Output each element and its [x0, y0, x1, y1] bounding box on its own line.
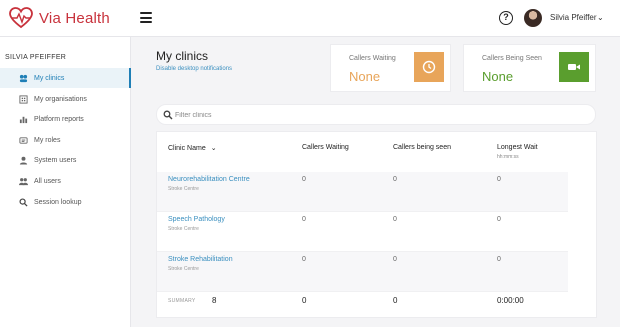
clinics-icon — [18, 73, 28, 83]
avatar[interactable] — [524, 9, 542, 27]
help-icon[interactable]: ? — [499, 11, 513, 25]
page-title: My clinics — [156, 49, 209, 63]
clinic-subtitle: Stroke Centre — [168, 226, 199, 232]
roles-icon — [18, 135, 28, 145]
column-header-callers-waiting: Callers Waiting — [302, 144, 349, 151]
video-camera-icon — [559, 52, 589, 82]
menu-toggle-button[interactable] — [140, 12, 152, 23]
sidebar-item-platform-reports[interactable]: Platform reports — [0, 109, 131, 129]
callers-waiting-cell: 0 — [302, 216, 306, 223]
chevron-down-icon[interactable]: ⌄ — [597, 13, 604, 22]
column-header-clinic-name[interactable]: Clinic Name ⌄ — [168, 144, 217, 152]
clinic-subtitle: Stroke Centre — [168, 266, 199, 272]
heart-logo-icon — [9, 7, 33, 29]
summary-longest-wait: 0:00:00 — [497, 296, 524, 305]
longest-wait-cell: 0 — [497, 176, 501, 183]
callers-waiting-cell: 0 — [302, 176, 306, 183]
callers-waiting-cell: 0 — [302, 256, 306, 263]
summary-callers-being-seen: 0 — [393, 296, 398, 305]
clinic-name-link[interactable]: Neurorehabilitation Centre — [168, 176, 250, 183]
sidebar-item-all-users[interactable]: All users — [0, 171, 131, 191]
stat-value: None — [482, 69, 514, 84]
sidebar-item-my-organisations[interactable]: My organisations — [0, 89, 131, 109]
sidebar-item-label: My organisations — [34, 95, 87, 103]
summary-label: SUMMARY — [168, 298, 196, 304]
callers-waiting-card: Callers Waiting None — [330, 44, 451, 92]
logo[interactable]: Via Health — [9, 7, 110, 29]
stat-value: None — [349, 69, 381, 84]
organisations-icon — [18, 94, 28, 104]
sidebar-item-my-clinics[interactable]: My clinics — [0, 68, 131, 88]
callers-being-seen-card: Callers Being Seen None — [463, 44, 596, 92]
hamburger-line — [140, 16, 152, 19]
filter-clinics-input[interactable] — [175, 108, 575, 122]
sidebar-item-system-users[interactable]: System users — [0, 150, 131, 170]
username[interactable]: Silvia Pfeiffer — [550, 13, 597, 22]
sidebar: SILVIA PFEIFFER My clinics My organisati… — [0, 37, 131, 327]
column-header-callers-being-seen: Callers being seen — [393, 144, 451, 151]
sidebar-item-label: Platform reports — [34, 115, 84, 123]
clinics-table: Clinic Name ⌄ Callers Waiting Callers bei… — [156, 131, 597, 318]
all-users-icon — [18, 176, 28, 186]
stat-label: Callers Being Seen — [482, 55, 542, 62]
sidebar-item-label: System users — [34, 156, 77, 164]
table-row: Stroke Rehabilitation Stroke Centre 0 0 … — [157, 252, 568, 292]
sidebar-item-label: All users — [34, 177, 61, 185]
search-icon — [18, 197, 28, 207]
sidebar-item-label: My clinics — [34, 74, 65, 82]
column-header-longest-wait: Longest Wait — [497, 144, 538, 151]
disable-notifications-link[interactable]: Disable desktop notifications — [156, 66, 232, 72]
sidebar-heading: SILVIA PFEIFFER — [5, 54, 67, 61]
table-row: Speech Pathology Stroke Centre 0 0 0 — [157, 212, 568, 252]
longest-wait-cell: 0 — [497, 216, 501, 223]
callers-being-seen-cell: 0 — [393, 256, 397, 263]
callers-being-seen-cell: 0 — [393, 176, 397, 183]
sidebar-item-my-roles[interactable]: My roles — [0, 130, 131, 150]
summary-callers-waiting: 0 — [302, 296, 307, 305]
summary-count: 8 — [212, 296, 217, 305]
callers-being-seen-cell: 0 — [393, 216, 397, 223]
system-users-icon — [18, 155, 28, 165]
hamburger-line — [140, 21, 152, 23]
clock-icon — [414, 52, 444, 82]
column-header-label: Clinic Name — [168, 145, 206, 152]
table-row: Neurorehabilitation Centre Stroke Centre… — [157, 172, 568, 212]
stat-label: Callers Waiting — [349, 55, 396, 62]
longest-wait-cell: 0 — [497, 256, 501, 263]
clinic-name-link[interactable]: Stroke Rehabilitation — [168, 256, 233, 263]
sidebar-item-label: My roles — [34, 136, 61, 144]
sidebar-item-label: Session lookup — [34, 198, 82, 206]
chevron-down-icon[interactable]: ⌄ — [211, 144, 217, 152]
search-icon — [163, 110, 173, 120]
column-header-longest-wait-unit: hh:mm:ss — [497, 154, 519, 160]
reports-icon — [18, 114, 28, 124]
clinic-name-link[interactable]: Speech Pathology — [168, 216, 225, 223]
hamburger-line — [140, 12, 152, 14]
app-name: Via Health — [39, 9, 110, 27]
clinic-subtitle: Stroke Centre — [168, 186, 199, 192]
filter-clinics-search — [156, 104, 596, 125]
sidebar-item-session-lookup[interactable]: Session lookup — [0, 192, 131, 212]
top-bar: Via Health ? Silvia Pfeiffer ⌄ — [0, 0, 620, 37]
